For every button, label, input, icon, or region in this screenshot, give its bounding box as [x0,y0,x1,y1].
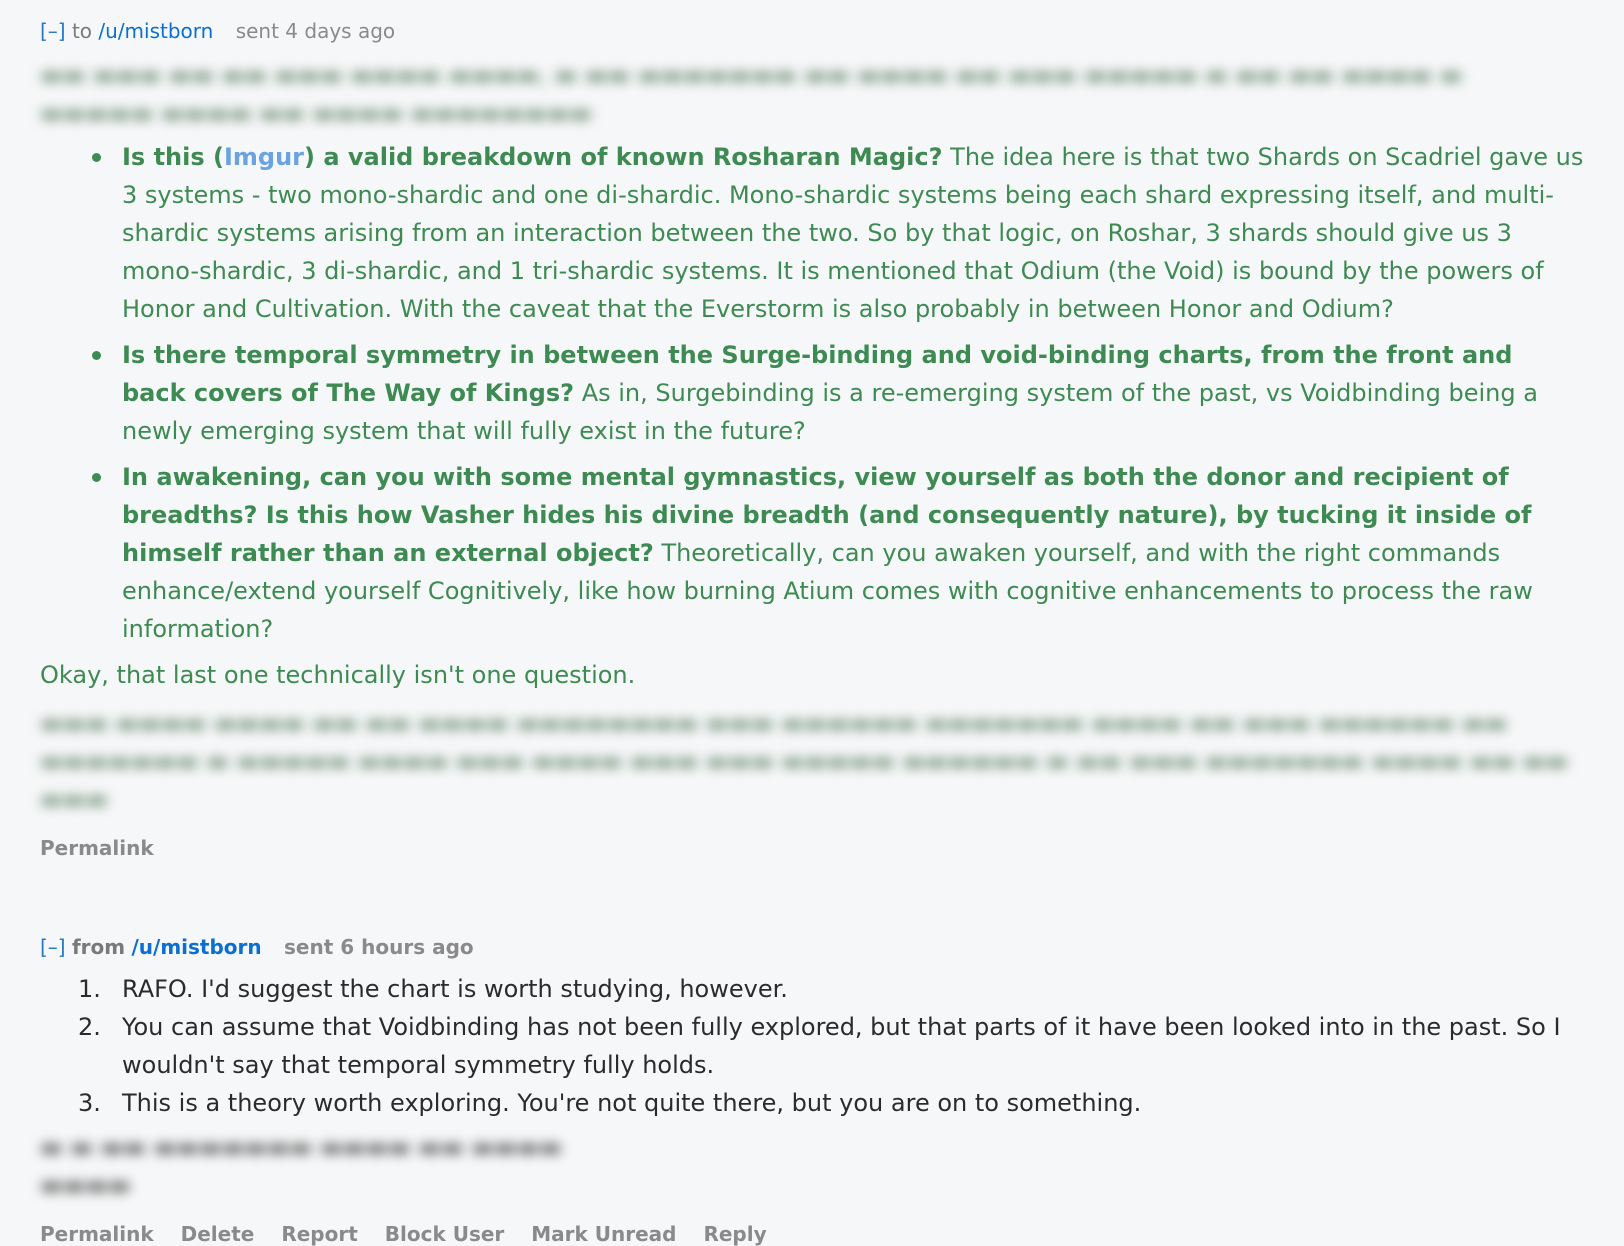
inbox-page: [–] to /u/mistborn sent 4 days ago ▬▬ ▬▬… [0,0,1624,1246]
answer-text: RAFO. I'd suggest the chart is worth stu… [122,975,788,1003]
permalink-link[interactable]: Permalink [40,836,154,860]
received-message: [–] from /u/mistborn sent 6 hours ago 1.… [40,930,1584,1246]
block-user-link[interactable]: Block User [385,1222,505,1246]
answer-item: 3. This is a theory worth exploring. You… [40,1084,1584,1122]
message-actions: Permalink Delete Report Block User Mark … [40,1222,1584,1246]
message-header: [–] to /u/mistborn sent 4 days ago [40,14,1584,48]
question-item: Is there temporal symmetry in between th… [92,336,1584,450]
direction-label: from [71,935,126,959]
message-header: [–] from /u/mistborn sent 6 hours ago [40,930,1584,964]
delete-link[interactable]: Delete [181,1222,255,1246]
answer-text: This is a theory worth exploring. You're… [122,1089,1142,1117]
redacted-text: ▬▬ ▬▬▬ ▬▬ ▬▬ ▬▬▬ ▬▬▬▬ ▬▬▬▬, ▬ ▬▬ ▬▬▬▬▬▬▬… [40,61,1463,127]
question-item: In awakening, can you with some mental g… [92,458,1584,648]
mark-unread-link[interactable]: Mark Unread [531,1222,676,1246]
redacted-text: ▬▬▬ ▬▬▬▬ ▬▬▬▬ ▬▬ ▬▬ ▬▬▬▬ ▬▬▬▬▬▬▬▬ ▬▬▬ ▬▬… [40,709,1568,813]
redacted-text: ▬ ▬ ▬▬ ▬▬▬▬▬▬▬ ▬▬▬▬ ▬▬ ▬▬▬▬ ▬▬▬▬ [40,1133,562,1199]
answer-number: 3. [78,1089,101,1117]
sent-time: sent 6 hours ago [284,935,474,959]
answer-text: You can assume that Voidbinding has not … [122,1013,1561,1079]
answer-number: 2. [78,1013,101,1041]
reply-link[interactable]: Reply [703,1222,766,1246]
collapse-toggle[interactable]: [–] [40,935,66,959]
question-bold-suffix: ) a valid breakdown of known Rosharan Ma… [304,143,943,171]
question-list: Is this (Imgur) a valid breakdown of kno… [40,138,1584,648]
answer-item: 1. RAFO. I'd suggest the chart is worth … [40,970,1584,1008]
recipient-link[interactable]: /u/mistborn [98,19,213,43]
report-link[interactable]: Report [281,1222,357,1246]
sent-time: sent 4 days ago [235,19,396,43]
collapse-toggle[interactable]: [–] [40,19,66,43]
imgur-link[interactable]: Imgur [224,143,304,171]
direction-label: to [71,19,93,43]
answer-list: 1. RAFO. I'd suggest the chart is worth … [40,970,1584,1122]
answer-item: 2. You can assume that Voidbinding has n… [40,1008,1584,1084]
question-item: Is this (Imgur) a valid breakdown of kno… [92,138,1584,328]
sent-message: [–] to /u/mistborn sent 4 days ago ▬▬ ▬▬… [40,14,1584,860]
sender-link[interactable]: /u/mistborn [131,935,261,959]
permalink-link[interactable]: Permalink [40,1222,154,1246]
answer-number: 1. [78,975,101,1003]
closing-text: Okay, that last one technically isn't on… [40,661,636,689]
question-bold-prefix: Is this ( [122,143,224,171]
message-actions: Permalink [40,836,1584,860]
